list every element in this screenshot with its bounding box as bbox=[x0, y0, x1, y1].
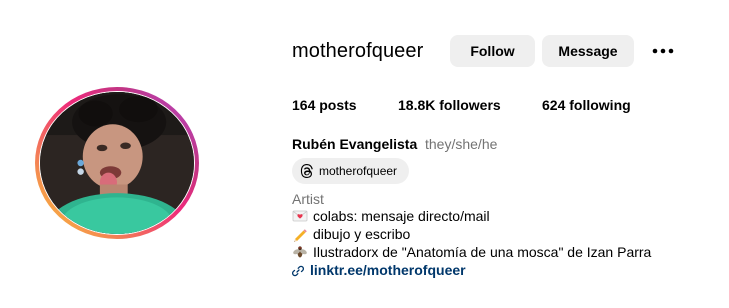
full-name: Rubén Evangelista bbox=[292, 136, 418, 152]
bio-text: colabs: mensaje directo/mail bbox=[313, 208, 490, 224]
username: motherofqueer bbox=[292, 40, 424, 62]
posts-count: 164 posts bbox=[292, 97, 357, 113]
followers-count-value: 18.8K bbox=[398, 97, 436, 113]
more-options-icon[interactable] bbox=[650, 41, 676, 61]
threads-label: motherofqueer bbox=[319, 164, 398, 178]
story-ring[interactable] bbox=[35, 87, 199, 239]
love-letter-icon bbox=[292, 208, 308, 224]
following-link[interactable]: 624 following bbox=[542, 97, 631, 113]
following-count-value: 624 bbox=[542, 97, 566, 113]
pronouns: they/she/he bbox=[425, 136, 498, 152]
following-count-label: following bbox=[565, 97, 631, 113]
pencil-icon bbox=[292, 226, 308, 242]
profile-photo-icon bbox=[40, 92, 194, 234]
threads-badge[interactable]: motherofqueer bbox=[292, 158, 409, 184]
external-link[interactable]: linktr.ee/motherofqueer bbox=[291, 262, 466, 278]
external-link-text: linktr.ee/motherofqueer bbox=[310, 262, 466, 278]
bio-line: colabs: mensaje directo/mail bbox=[292, 208, 490, 224]
bio-line: Ilustradorx de "Anatomía de una mosca" d… bbox=[292, 244, 651, 260]
avatar[interactable] bbox=[40, 92, 194, 234]
posts-count-label: posts bbox=[315, 97, 357, 113]
link-icon bbox=[291, 264, 305, 277]
posts-count-value: 164 bbox=[292, 97, 316, 113]
bio-line: dibujo y escribo bbox=[292, 226, 410, 242]
followers-count-label: followers bbox=[435, 97, 501, 113]
fly-icon bbox=[292, 244, 308, 260]
threads-icon bbox=[300, 164, 314, 178]
bio-text: Ilustradorx de "Anatomía de una mosca" d… bbox=[313, 244, 652, 260]
followers-link[interactable]: 18.8K followers bbox=[398, 97, 501, 113]
bio-text: dibujo y escribo bbox=[313, 226, 411, 242]
category-label: Artist bbox=[292, 191, 324, 207]
follow-button[interactable]: Follow bbox=[450, 35, 535, 67]
message-button[interactable]: Message bbox=[542, 35, 634, 67]
